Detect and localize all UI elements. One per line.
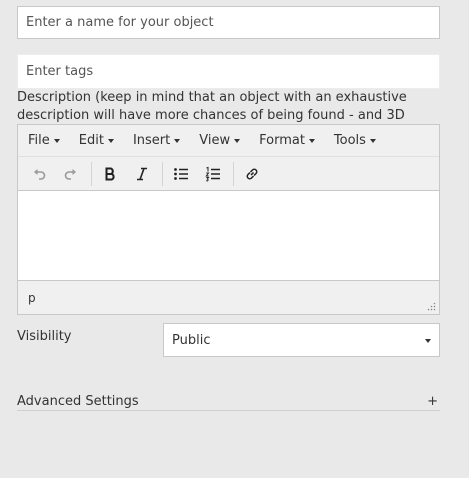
object-name-input[interactable]: Enter a name for your object (17, 6, 440, 39)
editor-content-area[interactable] (18, 191, 439, 281)
menu-format[interactable]: Format (259, 133, 315, 148)
element-path[interactable]: p (28, 291, 36, 305)
bullet-list-button[interactable] (166, 160, 196, 188)
undo-button[interactable] (24, 160, 54, 188)
chevron-down-icon (107, 138, 114, 143)
toolbar-divider (91, 161, 92, 186)
visibility-label: Visibility (17, 329, 72, 344)
menu-insert[interactable]: Insert (132, 133, 181, 148)
menu-edit-label: Edit (78, 133, 104, 148)
toolbar-divider (162, 161, 163, 186)
advanced-settings-label: Advanced Settings (17, 393, 139, 409)
numbered-list-button[interactable] (198, 160, 228, 188)
chevron-down-icon (234, 138, 241, 143)
visibility-select[interactable]: Public (163, 323, 440, 357)
link-button[interactable] (237, 160, 267, 188)
numbered-list-icon (205, 166, 220, 181)
menu-format-label: Format (259, 133, 305, 148)
menu-view-label: View (199, 133, 231, 148)
description-editor: File Edit Insert View Format Tools p (17, 124, 440, 315)
chevron-down-icon (425, 339, 431, 343)
chevron-down-icon (174, 138, 181, 143)
resize-handle-icon[interactable] (427, 302, 436, 311)
undo-icon (34, 168, 46, 180)
menu-file[interactable]: File (28, 133, 60, 148)
menu-tools[interactable]: Tools (334, 133, 376, 148)
redo-icon (64, 168, 76, 180)
menu-view[interactable]: View (199, 133, 241, 148)
bullet-list-icon (174, 167, 188, 180)
redo-button[interactable] (56, 160, 86, 188)
menu-insert-label: Insert (132, 133, 171, 148)
visibility-selected-value: Public (172, 332, 211, 348)
object-name-placeholder: Enter a name for your object (26, 15, 214, 30)
link-icon (246, 168, 258, 179)
advanced-settings-toggle[interactable]: Advanced Settings + (17, 392, 440, 411)
editor-toolbar (18, 157, 439, 191)
plus-icon: + (427, 393, 438, 409)
editor-statusbar: p (18, 281, 439, 314)
menu-file-label: File (28, 133, 50, 148)
tags-input[interactable]: Enter tags (17, 54, 440, 89)
chevron-down-icon (53, 138, 60, 143)
chevron-down-icon (308, 138, 315, 143)
italic-button[interactable] (127, 160, 157, 188)
menu-edit[interactable]: Edit (79, 133, 114, 148)
menu-tools-label: Tools (333, 133, 366, 148)
tags-placeholder: Enter tags (26, 64, 94, 79)
italic-icon (137, 167, 147, 180)
bold-button[interactable] (95, 160, 125, 188)
editor-menubar: File Edit Insert View Format Tools (18, 125, 439, 157)
toolbar-divider (233, 161, 234, 186)
chevron-down-icon (369, 138, 376, 143)
bold-icon (105, 167, 115, 180)
